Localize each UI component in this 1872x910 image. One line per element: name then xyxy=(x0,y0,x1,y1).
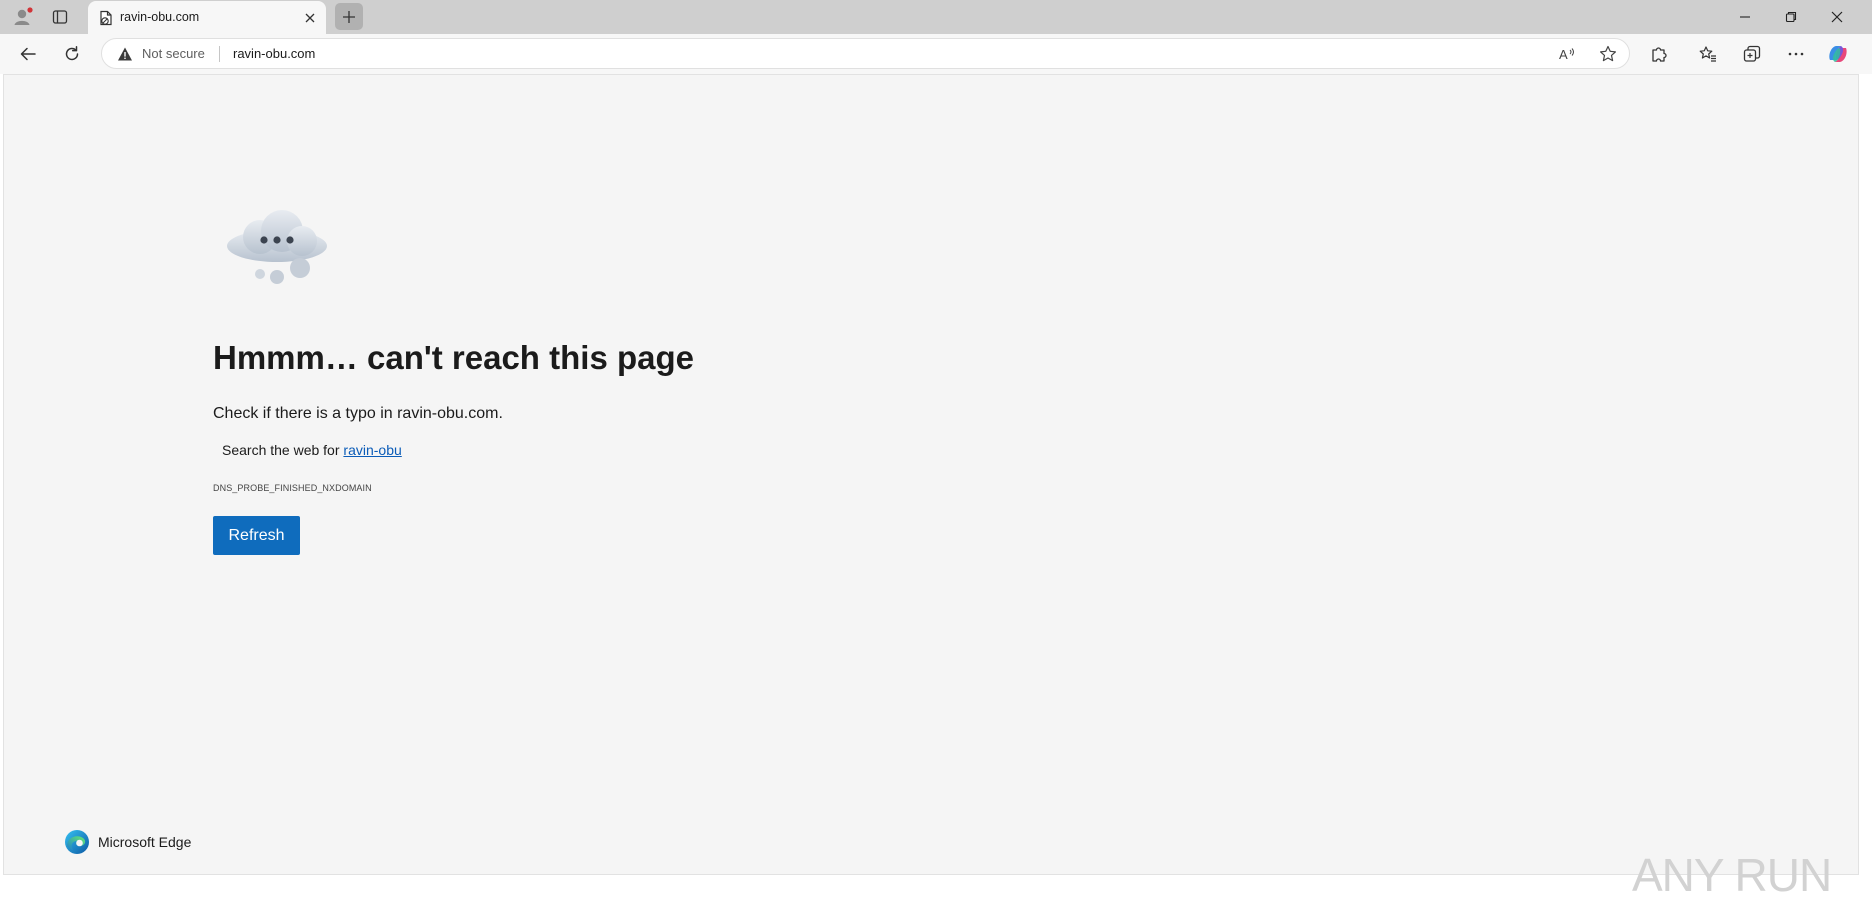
error-page: Hmmm… can't reach this page Check if the… xyxy=(3,74,1859,901)
tab-active[interactable]: ravin-obu.com xyxy=(88,1,326,34)
url-text[interactable]: ravin-obu.com xyxy=(233,46,315,61)
new-tab-button[interactable] xyxy=(335,3,363,30)
anyrun-watermark: ANY RUN xyxy=(1632,840,1832,910)
search-web-link[interactable]: ravin-obu xyxy=(343,442,401,458)
collections-icon xyxy=(1743,45,1761,62)
close-icon xyxy=(1831,11,1843,23)
tab-strip: ravin-obu.com xyxy=(0,0,1872,34)
search-suggestion: Search the web for ravin-obu xyxy=(222,442,402,458)
watermark-text: ANY RUN xyxy=(1632,849,1832,901)
restore-icon xyxy=(1785,11,1797,23)
tab-actions-button[interactable] xyxy=(43,3,77,31)
search-prefix-text: Search the web for xyxy=(222,442,344,458)
favorites-button[interactable] xyxy=(1692,39,1724,69)
svg-text:A: A xyxy=(1559,47,1568,62)
profile-icon xyxy=(14,7,33,25)
restore-button[interactable] xyxy=(1768,0,1814,34)
address-divider xyxy=(219,46,220,62)
read-aloud-button[interactable]: A xyxy=(1557,44,1579,64)
navigation-toolbar: Not secure ravin-obu.com A xyxy=(0,34,1872,74)
offline-cloud-illustration xyxy=(227,210,327,284)
minimize-icon xyxy=(1740,16,1750,18)
edge-logo-icon xyxy=(65,830,89,854)
favorites-icon xyxy=(1699,46,1716,62)
extensions-button[interactable] xyxy=(1643,39,1675,69)
refresh-icon xyxy=(65,46,79,61)
copilot-icon xyxy=(1829,46,1847,62)
page-favicon-icon xyxy=(100,10,112,26)
more-icon xyxy=(1788,52,1804,56)
typo-hint-text: Check if there is a typo in ravin-obu.co… xyxy=(213,405,503,422)
edge-brand-label: Microsoft Edge xyxy=(98,834,192,850)
read-aloud-icon: A xyxy=(1559,47,1574,62)
favorite-button[interactable] xyxy=(1597,44,1619,64)
tab-close-button[interactable] xyxy=(300,8,320,28)
close-icon xyxy=(305,13,315,23)
security-status-label[interactable]: Not secure xyxy=(142,46,205,61)
extensions-icon xyxy=(1652,47,1667,62)
back-button[interactable] xyxy=(12,39,44,69)
page-title: Hmmm… can't reach this page xyxy=(213,339,694,376)
refresh-button[interactable] xyxy=(56,39,88,69)
collections-button[interactable] xyxy=(1736,39,1768,69)
minimize-button[interactable] xyxy=(1722,0,1768,34)
refresh-page-button[interactable]: Refresh xyxy=(213,516,300,555)
error-code: DNS_PROBE_FINISHED_NXDOMAIN xyxy=(213,483,372,493)
address-bar[interactable]: Not secure ravin-obu.com A xyxy=(101,38,1630,69)
plus-icon xyxy=(343,10,355,23)
tab-actions-icon xyxy=(52,10,68,24)
copilot-button[interactable] xyxy=(1822,39,1854,69)
tab-title: ravin-obu.com xyxy=(120,10,200,24)
edge-branding: Microsoft Edge xyxy=(64,828,191,856)
settings-more-button[interactable] xyxy=(1780,39,1812,69)
profile-button[interactable] xyxy=(6,3,40,31)
warning-icon[interactable] xyxy=(117,46,133,62)
back-icon xyxy=(20,47,36,61)
window-close-button[interactable] xyxy=(1814,0,1860,34)
favorite-star-icon xyxy=(1600,45,1616,62)
